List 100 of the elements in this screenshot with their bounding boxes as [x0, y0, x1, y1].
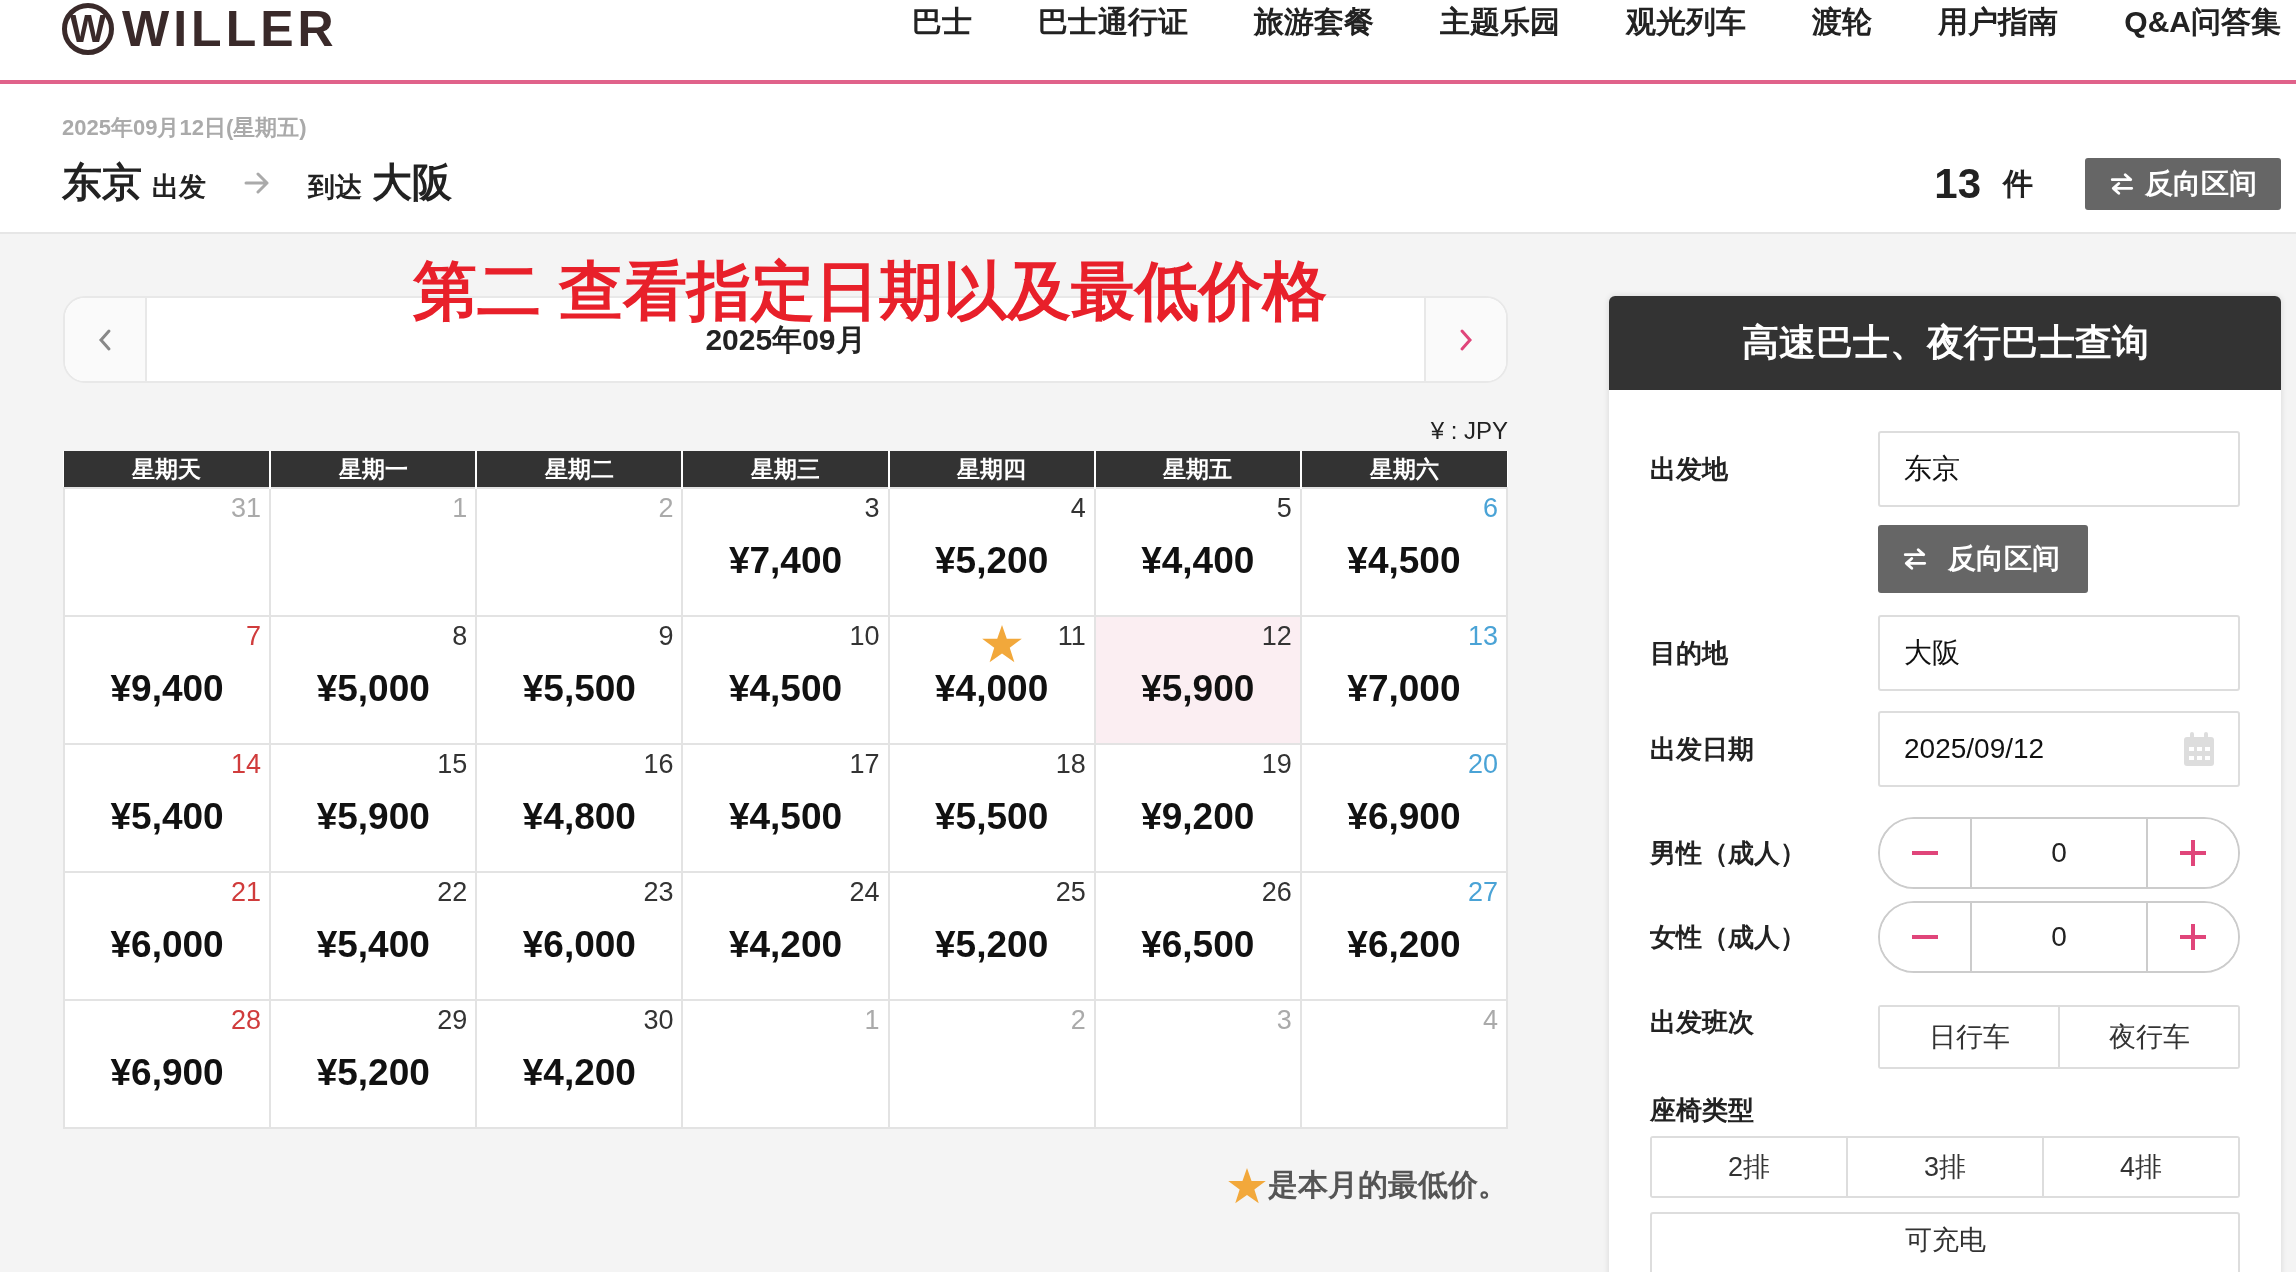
calendar-day[interactable]: 11 ¥4,000: [888, 616, 1095, 744]
price-label: ¥5,400: [109, 796, 225, 838]
calendar-day[interactable]: 18 ¥5,500: [888, 744, 1095, 872]
calendar-day[interactable]: 26 ¥6,500: [1094, 872, 1301, 1000]
calendar-day[interactable]: 27 ¥6,200: [1300, 872, 1507, 1000]
reverse-button[interactable]: 反向区间: [2085, 158, 2281, 210]
day-number: 13: [1467, 620, 1499, 652]
field-label: 出发班次: [1650, 1006, 1755, 1039]
nav-link[interactable]: 巴士: [912, 1, 973, 43]
quantity-stepper[interactable]: 0: [1878, 901, 2240, 973]
nav-link[interactable]: 旅游套餐: [1254, 1, 1375, 43]
plus-icon: [2180, 924, 2206, 950]
calendar-day[interactable]: 19 ¥9,200: [1094, 744, 1301, 872]
price-label: ¥4,200: [521, 1052, 637, 1094]
day-number: 19: [1261, 748, 1293, 780]
day-number: 11: [1057, 620, 1087, 652]
field-label: 男性（成人）: [1650, 836, 1807, 870]
day-number: 4: [1070, 492, 1087, 524]
calendar-day[interactable]: 6 ¥4,500: [1300, 488, 1507, 616]
calendar-day[interactable]: 3 ¥7,400: [682, 488, 889, 616]
result-count: 13: [1934, 160, 1981, 208]
previous-month-button[interactable]: [65, 298, 147, 381]
calendar-day[interactable]: 16 ¥4,800: [476, 744, 683, 872]
departure-label: 出发: [152, 171, 206, 204]
day-number: 9: [658, 620, 675, 652]
calendar-day[interactable]: 12 ¥5,900: [1094, 616, 1301, 744]
weekday-header: 星期天: [64, 451, 271, 488]
day-number: 30: [643, 1004, 675, 1036]
price-label: ¥4,500: [727, 796, 844, 838]
price-label: ¥5,000: [315, 668, 431, 710]
input-field[interactable]: 东京: [1878, 431, 2240, 507]
day-number: 3: [1276, 1004, 1293, 1036]
price-label: ¥4,800: [521, 796, 637, 838]
calendar-day[interactable]: 30 ¥4,200: [476, 1000, 683, 1128]
date-field[interactable]: 2025/09/12: [1878, 711, 2240, 787]
section-label: 座椅类型: [1650, 1094, 1755, 1127]
price-label: ¥4,500: [727, 668, 844, 710]
nav-link[interactable]: 观光列车: [1626, 1, 1747, 43]
next-month-button[interactable]: [1424, 298, 1506, 381]
calendar-day[interactable]: 17 ¥4,500: [682, 744, 889, 872]
day-number: 4: [1482, 1004, 1499, 1036]
calendar-day[interactable]: 7 ¥9,400: [64, 616, 271, 744]
day-number: 16: [643, 748, 675, 780]
calendar-day[interactable]: 10 ¥4,500: [682, 616, 889, 744]
nav-link[interactable]: 渡轮: [1812, 1, 1873, 43]
weekday-header: 星期一: [270, 451, 477, 488]
calendar-day[interactable]: 23 ¥6,000: [476, 872, 683, 1000]
star-icon: [1228, 1167, 1266, 1204]
nav-link[interactable]: 主题乐园: [1440, 1, 1561, 43]
option-button[interactable]: 可充电: [1650, 1212, 2240, 1272]
quantity-stepper[interactable]: 0: [1878, 817, 2240, 889]
day-number: 2: [658, 492, 675, 524]
day-number: 28: [231, 1004, 263, 1036]
price-label: ¥5,500: [934, 796, 1050, 838]
currency-label: ¥ : JPY: [1429, 417, 1508, 445]
option-button[interactable]: 夜行车: [2058, 1007, 2238, 1067]
price-label: ¥5,200: [315, 1052, 431, 1094]
price-label: ¥9,400: [109, 668, 225, 710]
day-number: 12: [1261, 620, 1293, 652]
price-label: ¥4,400: [1140, 540, 1256, 582]
plus-icon: [2180, 840, 2206, 866]
logo-text[interactable]: WILLER: [122, 0, 338, 58]
calendar-day[interactable]: 20 ¥6,900: [1300, 744, 1507, 872]
calendar-day[interactable]: 24 ¥4,200: [682, 872, 889, 1000]
day-number: 15: [437, 748, 469, 780]
nav-link[interactable]: Q&A问答集: [2124, 1, 2281, 43]
nav-link[interactable]: 用户指南: [1938, 1, 2059, 43]
day-number: 20: [1467, 748, 1499, 780]
swap-icon: [1902, 548, 1928, 570]
calendar-day[interactable]: 14 ¥5,400: [64, 744, 271, 872]
calendar-day[interactable]: 25 ¥5,200: [888, 872, 1095, 1000]
origin-city: 东京: [62, 159, 142, 206]
day-number: 29: [437, 1004, 469, 1036]
nav-link[interactable]: 巴士通行证: [1038, 1, 1189, 43]
price-label: ¥6,500: [1140, 924, 1256, 966]
price-label: ¥6,900: [109, 1052, 225, 1094]
calendar-day[interactable]: 28 ¥6,900: [64, 1000, 271, 1128]
calendar-day[interactable]: 15 ¥5,900: [270, 744, 477, 872]
day-number: 24: [849, 876, 881, 908]
swap-icon: [2109, 173, 2135, 195]
calendar-day[interactable]: 9 ¥5,500: [476, 616, 683, 744]
logo-mark[interactable]: W: [62, 3, 114, 55]
calendar-day[interactable]: 29 ¥5,200: [270, 1000, 477, 1128]
calendar-day[interactable]: 8 ¥5,000: [270, 616, 477, 744]
calendar-day[interactable]: 21 ¥6,000: [64, 872, 271, 1000]
arrival-label: 到达: [308, 171, 362, 204]
price-label: ¥6,900: [1346, 796, 1462, 838]
calendar-day[interactable]: 4 ¥5,200: [888, 488, 1095, 616]
panel-title: 高速巴士、夜行巴士查询: [1609, 296, 2281, 390]
weekday-header: 星期六: [1300, 451, 1507, 488]
reverse-button[interactable]: 反向区间: [1878, 525, 2088, 593]
travel-date: 2025年09月12日(星期五): [62, 114, 308, 142]
day-number: 5: [1276, 492, 1293, 524]
calendar-day[interactable]: 22 ¥5,400: [270, 872, 477, 1000]
price-label: ¥5,900: [1140, 668, 1256, 710]
input-field[interactable]: 大阪: [1878, 615, 2240, 691]
day-number: 10: [849, 620, 881, 652]
option-button[interactable]: 4排: [2042, 1138, 2238, 1196]
calendar-day[interactable]: 13 ¥7,000: [1300, 616, 1507, 744]
day-number: 21: [231, 876, 263, 908]
